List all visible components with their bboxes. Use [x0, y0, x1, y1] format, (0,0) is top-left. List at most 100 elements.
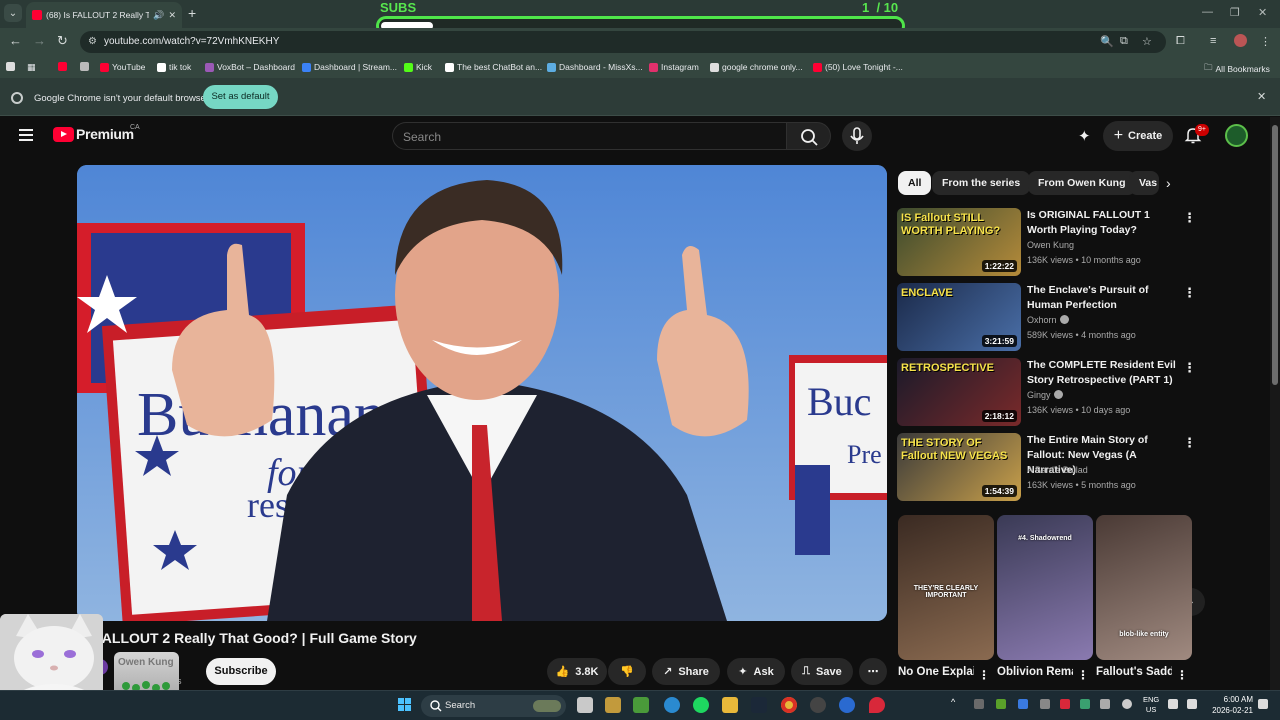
bookmark-item[interactable]: YouTube	[100, 62, 145, 72]
bookmark-item[interactable]: Instagram	[649, 62, 699, 72]
recommended-video[interactable]: ENCLAVE 3:21:59 The Enclave's Pursuit of H…	[897, 283, 1197, 355]
bookmark-item[interactable]: The best ChatBot an...	[445, 62, 542, 72]
bookmark-item[interactable]: Dashboard | Stream...	[302, 62, 397, 72]
dislike-button[interactable]: 👎	[608, 658, 646, 685]
task-view-icon[interactable]	[577, 697, 593, 713]
short-thumbnail[interactable]: THEY'RE CLEARLY IMPORTANT	[898, 515, 994, 660]
tray-icon[interactable]	[1080, 699, 1090, 709]
short-thumbnail[interactable]: #4. Shadowrend	[997, 515, 1093, 660]
spotify-app-icon[interactable]	[693, 697, 709, 713]
url-text[interactable]: youtube.com/watch?v=72VmhKNEKHY	[104, 36, 279, 47]
filter-chip[interactable]: Vas	[1129, 171, 1159, 195]
subscribe-button[interactable]: Subscribe	[206, 658, 276, 685]
user-avatar[interactable]	[1225, 124, 1248, 147]
voice-search-button[interactable]	[842, 121, 872, 151]
edge-app-icon[interactable]	[664, 697, 680, 713]
browser-tab-active[interactable]: (68) Is FALLOUT 2 Really Th 🔊 ✕	[26, 2, 182, 28]
file-explorer-icon[interactable]	[722, 697, 738, 713]
recommended-channel-name[interactable]: Oxhorn	[1027, 315, 1069, 325]
bookmark-item[interactable]: tik tok	[157, 62, 191, 72]
bookmark-item[interactable]	[6, 62, 15, 71]
recommended-video[interactable]: THE STORY OF Fallout NEW VEGAS 1:54:39 The…	[897, 433, 1197, 505]
bookmark-item[interactable]	[58, 62, 67, 71]
short-title[interactable]: Oblivion Remasters	[997, 666, 1073, 690]
network-tray-icon[interactable]	[1168, 699, 1178, 709]
bookmark-item[interactable]: (50) Love Tonight -...	[813, 62, 903, 72]
ai-sparkle-icon[interactable]: ✦	[1078, 127, 1091, 145]
steam-app-icon[interactable]	[751, 697, 767, 713]
tab-search-button[interactable]: ⌄	[4, 4, 22, 22]
search-input[interactable]: Search	[392, 122, 786, 150]
reading-list-icon[interactable]: ≡	[1210, 35, 1216, 47]
bookmark-item[interactable]	[80, 62, 89, 71]
reload-icon[interactable]: ↻	[57, 34, 68, 48]
obs-app-icon[interactable]	[810, 697, 826, 713]
language-indicator[interactable]: ENG US	[1143, 695, 1159, 715]
cast-icon[interactable]: ⧉	[1120, 35, 1128, 48]
filter-chip[interactable]: All	[898, 171, 932, 195]
recommended-video[interactable]: IS Fallout STILL WORTH PLAYING? 1:22:22 Is…	[897, 208, 1197, 280]
youtube-logo-icon[interactable]	[53, 127, 74, 142]
microphone-tray-icon[interactable]	[1122, 699, 1132, 709]
more-options-icon[interactable]: ⋮	[1183, 285, 1196, 301]
address-bar[interactable]: ⚙ youtube.com/watch?v=72VmhKNEKHY 🔍 ⧉ ☆	[80, 31, 1166, 53]
recommended-video-title[interactable]: The COMPLETE Resident Evil Story Retrosp…	[1027, 358, 1179, 388]
video-thumbnail[interactable]: RETROSPECTIVE 2:18:12	[897, 358, 1021, 426]
filter-chip[interactable]: From the series	[932, 171, 1031, 195]
back-arrow-icon[interactable]: ←	[9, 34, 22, 48]
video-thumbnail[interactable]: ENCLAVE 3:21:59	[897, 283, 1021, 351]
tray-icon[interactable]	[996, 699, 1006, 709]
youtube-premium-logo-text[interactable]: Premium	[76, 126, 134, 142]
tray-icon[interactable]	[1060, 699, 1070, 709]
recommended-video-title[interactable]: The Enclave's Pursuit of Human Perfectio…	[1027, 283, 1179, 313]
maximize-window-icon[interactable]: ❐	[1230, 6, 1240, 19]
volume-tray-icon[interactable]	[1187, 699, 1197, 709]
tray-overflow-chevron-icon[interactable]: ^	[951, 697, 961, 707]
create-button[interactable]: + Create	[1103, 121, 1173, 151]
taskbar-clock[interactable]: 6:00 AM 2026-02-21	[1209, 694, 1253, 716]
apps-grid-icon[interactable]: ▦	[27, 62, 36, 73]
notification-center-icon[interactable]	[1258, 699, 1268, 709]
chrome-menu-icon[interactable]: ⋮	[1260, 35, 1271, 48]
tray-icon[interactable]	[974, 699, 984, 709]
close-window-icon[interactable]: ✕	[1258, 6, 1267, 19]
forward-arrow-icon[interactable]: →	[33, 34, 46, 48]
video-thumbnail[interactable]: THE STORY OF Fallout NEW VEGAS 1:54:39	[897, 433, 1021, 501]
minimize-window-icon[interactable]: —	[1202, 6, 1213, 18]
short-more-options-icon[interactable]: ⋮	[1077, 668, 1089, 682]
extensions-icon[interactable]: ⧠	[1176, 35, 1185, 48]
streamer-app-icon[interactable]	[633, 697, 649, 713]
set-as-default-button[interactable]: Set as default	[203, 85, 278, 109]
page-scrollbar[interactable]	[1270, 117, 1280, 690]
chrome-app-icon[interactable]	[781, 697, 797, 713]
bookmark-item[interactable]: VoxBot – Dashboard	[205, 62, 295, 72]
more-actions-button[interactable]: ⋯	[859, 658, 887, 685]
short-more-options-icon[interactable]: ⋮	[1176, 668, 1188, 682]
app-icon[interactable]	[839, 697, 855, 713]
page-scroll-thumb[interactable]	[1272, 125, 1278, 385]
filter-chip[interactable]: From Owen Kung	[1028, 171, 1136, 195]
recommended-video-title[interactable]: Is ORIGINAL FALLOUT 1 Worth Playing Toda…	[1027, 208, 1179, 238]
bookmark-item[interactable]: Dashboard - MissXs...	[547, 62, 643, 72]
map-pin-app-icon[interactable]	[869, 697, 885, 713]
recommended-video[interactable]: RETROSPECTIVE 2:18:12 The COMPLETE Residen…	[897, 358, 1197, 430]
hamburger-menu-icon[interactable]	[19, 129, 33, 141]
site-info-icon[interactable]: ⚙	[88, 36, 97, 47]
more-options-icon[interactable]: ⋮	[1183, 435, 1196, 451]
short-thumbnail[interactable]: blob-like entity	[1096, 515, 1192, 660]
taskbar-search-box[interactable]: Search	[421, 695, 566, 717]
tray-icon[interactable]	[1100, 699, 1110, 709]
bookmark-star-icon[interactable]: ☆	[1142, 35, 1152, 48]
more-options-icon[interactable]: ⋮	[1183, 360, 1196, 376]
recommended-channel-name[interactable]: Gingy	[1027, 390, 1063, 400]
close-tab-icon[interactable]: ✕	[168, 10, 176, 21]
chips-next-arrow-icon[interactable]: ›	[1166, 175, 1171, 191]
search-button[interactable]	[786, 122, 831, 150]
bookmark-item[interactable]: Kick	[404, 62, 432, 72]
recommended-channel-name[interactable]: A Bard's Ballad	[1027, 465, 1088, 475]
all-bookmarks-folder[interactable]: 🗀 All Bookmarks	[1204, 62, 1270, 76]
video-thumbnail[interactable]: IS Fallout STILL WORTH PLAYING? 1:22:22	[897, 208, 1021, 276]
short-more-options-icon[interactable]: ⋮	[978, 668, 990, 682]
zoom-icon[interactable]: 🔍	[1100, 35, 1114, 48]
close-infobar-icon[interactable]: ✕	[1257, 90, 1266, 103]
